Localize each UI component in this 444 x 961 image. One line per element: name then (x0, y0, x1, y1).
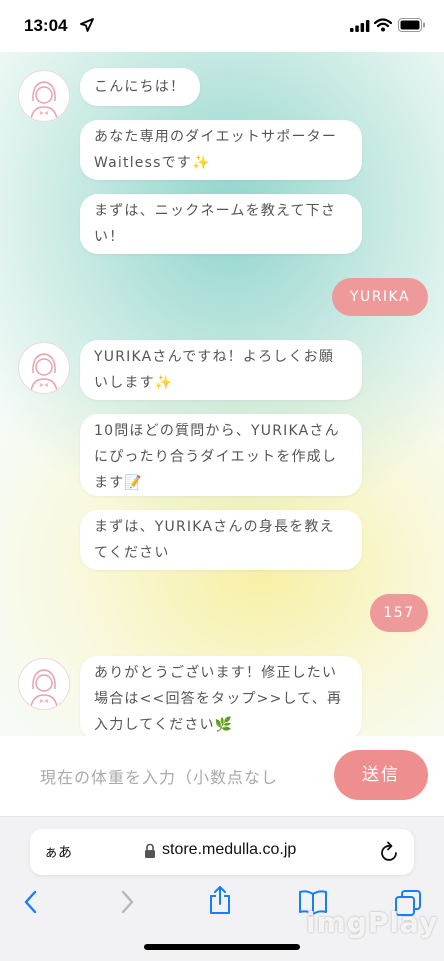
home-indicator[interactable] (144, 944, 300, 950)
woman-avatar-icon (30, 669, 58, 708)
browser-toolbar: ぁあ store.medulla.co.jp (0, 816, 444, 961)
bot-message: まずは、YURIKAさんの身長を教えてください (80, 510, 362, 570)
bot-message: まずは、ニックネームを教えて下さい！ (80, 194, 362, 254)
bot-message: YURIKAさんですね！よろしくお願いします✨ (80, 340, 362, 400)
woman-avatar-icon (30, 353, 58, 392)
lock-icon (145, 843, 155, 858)
bot-avatar (18, 70, 70, 122)
share-icon[interactable] (208, 885, 232, 915)
bot-avatar (18, 658, 70, 710)
chat-area[interactable]: こんにちは！ あなた専用のダイエットサポーターWaitlessです✨ まずは、ニ… (0, 52, 444, 736)
send-button[interactable]: 送信 (334, 750, 428, 800)
bot-avatar (18, 342, 70, 394)
status-time: 13:04 (24, 16, 68, 35)
bot-message: あなた専用のダイエットサポーターWaitlessです✨ (80, 120, 362, 180)
url-text: store.medulla.co.jp (162, 841, 297, 858)
weight-input[interactable]: 現在の体重を入力（小数点なし (40, 764, 330, 788)
user-message[interactable]: 157 (370, 594, 428, 632)
text-size-button[interactable]: ぁあ (44, 842, 72, 862)
watermark: imgPlay (306, 906, 439, 939)
bot-message: こんにちは！ (80, 68, 200, 106)
bot-message: ありがとうございます！修正したい場合は<<回答をタップ>>して、再入力してくださ… (80, 656, 362, 736)
chevron-left-icon[interactable] (22, 889, 40, 915)
battery-icon (398, 18, 425, 32)
status-bar: 13:04 (0, 0, 444, 52)
bot-message: 10問ほどの質問から、YURIKAさんにぴったり合うダイエットを作成します📝 (80, 414, 362, 496)
woman-avatar-icon (30, 81, 58, 120)
chevron-right-icon[interactable] (118, 889, 136, 915)
cellular-signal-icon (350, 20, 370, 32)
wifi-icon (374, 18, 392, 32)
reload-icon[interactable] (380, 841, 400, 863)
input-area: 現在の体重を入力（小数点なし 送信 (0, 736, 444, 816)
location-arrow-icon (80, 18, 94, 32)
user-message[interactable]: YURIKA (332, 278, 428, 316)
address-bar[interactable]: ぁあ store.medulla.co.jp (30, 829, 414, 875)
